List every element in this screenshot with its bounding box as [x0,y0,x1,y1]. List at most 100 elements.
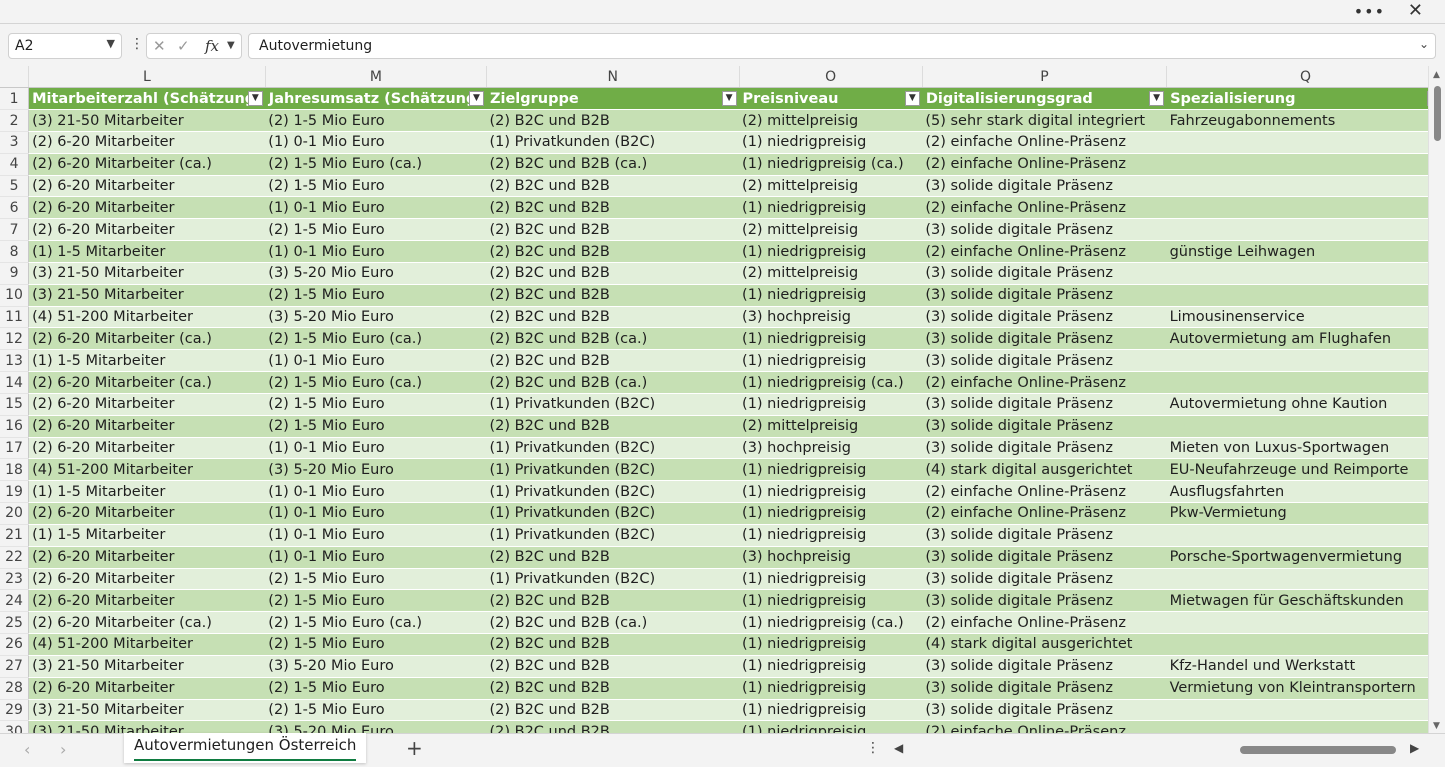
scroll-down-icon[interactable]: ▼ [1433,721,1440,731]
cell[interactable]: (1) Privatkunden (B2C) [486,393,740,416]
cell[interactable]: (2) 1-5 Mio Euro [265,109,487,132]
cell[interactable]: (3) solide digitale Präsenz [922,393,1167,416]
row-header[interactable]: 18 [0,458,30,482]
cell[interactable]: (1) niedrigpreisig [739,458,923,482]
row-header[interactable]: 13 [0,349,30,373]
cell[interactable]: (2) mittelpreisig [739,262,923,285]
cell[interactable]: (1) niedrigpreisig [739,240,923,263]
row-header[interactable]: 25 [0,611,30,635]
cell[interactable]: (2) 6-20 Mitarbeiter [28,437,266,460]
cell[interactable]: (3) hochpreisig [739,546,923,569]
row-header[interactable]: 12 [0,327,30,351]
cell[interactable]: (2) 6-20 Mitarbeiter (ca.) [28,327,266,351]
cell[interactable]: (1) niedrigpreisig [739,720,923,733]
cell[interactable]: (3) solide digitale Präsenz [922,546,1167,569]
cell[interactable]: (3) solide digitale Präsenz [922,175,1167,198]
cell[interactable]: (2) B2C und B2B (ca.) [486,153,740,176]
cell[interactable]: (1) niedrigpreisig (ca.) [739,611,923,635]
cell[interactable]: (2) 1-5 Mio Euro [265,699,487,722]
tabs-options-icon[interactable]: ⋮ [866,740,880,756]
cancel-icon[interactable]: ✕ [153,37,166,55]
row-header[interactable]: 16 [0,415,30,438]
cell[interactable]: (2) B2C und B2B [486,633,740,656]
cell[interactable]: Ausflugsfahrten [1166,480,1445,504]
row-header[interactable]: 17 [0,437,30,460]
cell[interactable] [1166,196,1445,220]
cell[interactable]: (1) 0-1 Mio Euro [265,349,487,373]
cell[interactable]: Mieten von Luxus-Sportwagen [1166,437,1445,460]
sheet-tab-active[interactable]: Autovermietungen Österreich [124,733,367,763]
cell[interactable] [1166,262,1445,285]
cell[interactable] [1166,720,1445,733]
filter-dropdown-icon[interactable]: ▼ [721,91,737,107]
table-header-cell[interactable]: Jahresumsatz (Schätzung) ▼ [265,87,487,111]
next-sheet-icon[interactable]: › [60,740,66,759]
cell[interactable]: Limousinenservice [1166,306,1445,329]
table-header-cell[interactable]: Preisniveau ▼ [739,87,923,111]
check-icon[interactable]: ✓ [177,37,190,55]
cell[interactable]: (1) 0-1 Mio Euro [265,524,487,547]
row-header[interactable]: 8 [0,240,30,263]
cell[interactable]: (2) B2C und B2B [486,589,740,613]
cell[interactable]: (1) 0-1 Mio Euro [265,131,487,154]
cell[interactable]: (2) einfache Online-Präsenz [922,611,1167,635]
row-header[interactable]: 23 [0,568,30,591]
row-header[interactable]: 30 [0,720,30,733]
column-header[interactable]: L [28,66,266,89]
chevron-down-icon[interactable]: ▼ [107,37,115,50]
cell[interactable]: Kfz-Handel und Werkstatt [1166,655,1445,678]
cell[interactable]: EU-Neufahrzeuge und Reimporte [1166,458,1445,482]
row-header[interactable]: 15 [0,393,30,416]
cell[interactable]: (2) 1-5 Mio Euro [265,284,487,307]
cell[interactable]: (2) 1-5 Mio Euro (ca.) [265,153,487,176]
cell[interactable]: (2) 1-5 Mio Euro [265,633,487,656]
cell[interactable]: (1) niedrigpreisig [739,524,923,547]
row-header[interactable]: 29 [0,699,30,722]
cell[interactable]: (3) 21-50 Mitarbeiter [28,284,266,307]
cell[interactable]: (1) Privatkunden (B2C) [486,458,740,482]
row-header[interactable]: 22 [0,546,30,569]
cell[interactable]: (3) solide digitale Präsenz [922,677,1167,700]
cell[interactable]: (2) 1-5 Mio Euro [265,393,487,416]
cell[interactable]: (1) niedrigpreisig [739,677,923,700]
cell[interactable]: (3) solide digitale Präsenz [922,262,1167,285]
formula-bar-options-icon[interactable]: ⋮ [130,36,144,52]
cell[interactable]: (2) mittelpreisig [739,109,923,132]
cell[interactable]: Vermietung von Kleintransportern [1166,677,1445,700]
column-header[interactable]: P [922,66,1168,89]
cell[interactable]: (2) B2C und B2B [486,699,740,722]
cell[interactable]: Autovermietung ohne Kaution [1166,393,1445,416]
cell[interactable]: (2) B2C und B2B [486,655,740,678]
cell[interactable]: (3) 5-20 Mio Euro [265,720,487,733]
vertical-scrollbar[interactable]: ▲ ▼ [1428,66,1445,733]
cell[interactable]: (2) 6-20 Mitarbeiter (ca.) [28,153,266,176]
close-icon[interactable]: ✕ [1408,0,1423,21]
table-header-cell[interactable]: Zielgruppe ▼ [486,87,740,111]
cell[interactable] [1166,284,1445,307]
cell[interactable]: (3) solide digitale Präsenz [922,327,1167,351]
row-header[interactable]: 7 [0,218,30,242]
cell[interactable]: (3) 5-20 Mio Euro [265,655,487,678]
scroll-left-icon[interactable]: ◀ [894,741,903,755]
cell[interactable]: (1) niedrigpreisig [739,655,923,678]
cell[interactable]: (1) Privatkunden (B2C) [486,437,740,460]
cell[interactable]: (1) Privatkunden (B2C) [486,480,740,504]
cell[interactable]: (3) 5-20 Mio Euro [265,458,487,482]
cell[interactable]: (2) 6-20 Mitarbeiter [28,568,266,591]
row-header[interactable]: 26 [0,633,30,656]
cell[interactable]: (2) B2C und B2B (ca.) [486,371,740,394]
cell[interactable]: (2) B2C und B2B [486,218,740,242]
cell[interactable]: (1) niedrigpreisig [739,327,923,351]
cell[interactable]: (2) B2C und B2B [486,415,740,438]
cell[interactable]: (2) B2C und B2B [486,175,740,198]
cell[interactable]: (3) 21-50 Mitarbeiter [28,699,266,722]
cell[interactable]: (3) solide digitale Präsenz [922,655,1167,678]
row-header[interactable]: 14 [0,371,30,394]
cell[interactable] [1166,349,1445,373]
cell[interactable]: (2) einfache Online-Präsenz [922,240,1167,263]
cell[interactable]: (2) einfache Online-Präsenz [922,196,1167,220]
cell[interactable]: (1) 1-5 Mitarbeiter [28,524,266,547]
cell[interactable] [1166,568,1445,591]
cell[interactable] [1166,218,1445,242]
cell[interactable]: (3) solide digitale Präsenz [922,218,1167,242]
